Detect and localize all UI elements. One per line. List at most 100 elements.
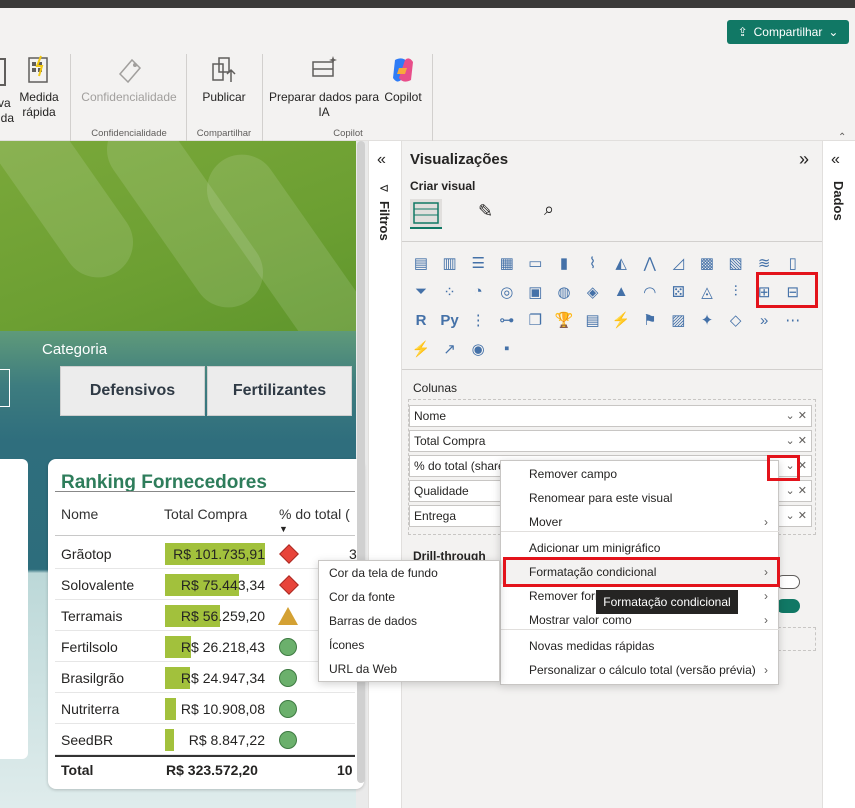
donut-icon[interactable]: ◎	[496, 281, 518, 303]
trophy-icon[interactable]: 🏆	[553, 309, 575, 331]
context-menu-item[interactable]: Remover campo	[501, 462, 780, 486]
field-well-controls-icon[interactable]: ⌄ ✕	[786, 409, 808, 422]
data-bar	[165, 698, 176, 720]
waterfall-icon[interactable]: ▧	[725, 252, 747, 274]
field-well[interactable]: Nome ⌄ ✕	[409, 405, 812, 427]
slicer-icon[interactable]: ⫶	[725, 281, 747, 303]
data-pane[interactable]: « Dados	[822, 141, 855, 808]
copilot-button[interactable]: Copilot	[380, 54, 426, 105]
ribbon-chart-icon[interactable]: ◿	[667, 252, 689, 274]
expand-data-icon[interactable]: «	[831, 151, 840, 169]
canvas-scrollbar[interactable]	[357, 141, 365, 783]
context-menu-item-label: Mover	[529, 515, 563, 529]
decomposition-tree-icon[interactable]: ⊶	[496, 309, 518, 331]
map-icon[interactable]: ◍	[553, 281, 575, 303]
field-well-controls-icon[interactable]: ⌄ ✕	[786, 509, 808, 522]
pie-chart-icon[interactable]: ◔	[467, 281, 489, 303]
power-automate-icon[interactable]: ⚑	[639, 309, 661, 331]
context-menu-item[interactable]: Renomear para este visual	[501, 486, 780, 510]
100-column-icon[interactable]: ▮	[553, 252, 575, 274]
matrix-icon[interactable]: ⊟	[782, 281, 804, 303]
table-row[interactable]: SeedBR R$ 8.847,22	[55, 725, 355, 755]
stacked-area-icon[interactable]: ⋀	[639, 252, 661, 274]
context-menu-item[interactable]: Personalizar o cálculo total (versão pré…	[501, 658, 780, 682]
filters-pane[interactable]: « ⊲ Filtros	[368, 141, 401, 808]
publish-button[interactable]: Publicar	[194, 54, 254, 105]
collapse-viz-icon[interactable]: »	[799, 149, 809, 170]
azure-map-icon[interactable]: ▲	[610, 281, 632, 303]
custom-visual-2-icon[interactable]: ↗	[439, 338, 461, 360]
context-menu-item[interactable]: Novas medidas rápidas	[501, 634, 780, 658]
custom-visual-3-icon[interactable]: ◉	[467, 338, 489, 360]
context-menu-item[interactable]: Adicionar um minigráfico	[501, 536, 780, 560]
kpi-icon[interactable]: ◬	[696, 281, 718, 303]
column-header-nome[interactable]: Nome	[61, 506, 98, 522]
context-menu-item-label: Novas medidas rápidas	[529, 639, 655, 653]
gauge-icon[interactable]: ◠	[639, 281, 661, 303]
slicer-partial[interactable]	[0, 369, 10, 407]
key-influencers-icon[interactable]: ⋮	[467, 309, 489, 331]
copilot-icon	[393, 58, 413, 82]
format-visual-icon[interactable]: ✎	[478, 201, 493, 222]
analytics-icon[interactable]: ⌕	[544, 199, 554, 220]
custom-visual-icon[interactable]: ✦	[696, 309, 718, 331]
table-row[interactable]: Grãotop R$ 101.735,91 3	[55, 539, 357, 569]
submenu-item[interactable]: Cor da tela de fundo	[319, 561, 501, 585]
custom-visual-4-icon[interactable]: ▪	[496, 338, 518, 360]
submenu-item[interactable]: Barras de dados	[319, 609, 501, 633]
category-button-defensivos[interactable]: Defensivos	[60, 366, 205, 416]
combo-icon[interactable]: ≋	[753, 252, 775, 274]
submenu-item[interactable]: Cor da fonte	[319, 585, 501, 609]
clustered-bar-icon[interactable]: ☰	[467, 252, 489, 274]
clustered-column-icon[interactable]: ▦	[496, 252, 518, 274]
table-icon[interactable]: ⊞	[753, 281, 775, 303]
table-row[interactable]: Fertilsolo R$ 26.218,43	[55, 632, 355, 662]
qa-icon[interactable]: ❐	[524, 309, 546, 331]
field-well-controls-icon[interactable]: ⌄ ✕	[786, 484, 808, 497]
chevron-down-icon: ⌄	[828, 25, 839, 39]
table-row[interactable]: Terramais R$ 56.259,20	[55, 601, 355, 631]
more-visuals-icon[interactable]: ⋯	[782, 309, 804, 331]
column-header-total-compra[interactable]: Total Compra	[164, 506, 247, 522]
filled-map-icon[interactable]: ◈	[582, 281, 604, 303]
area-chart-icon[interactable]: ◭	[610, 252, 632, 274]
field-well-controls-icon[interactable]: ⌄ ✕	[786, 459, 808, 472]
100-bar-icon[interactable]: ▭	[524, 252, 546, 274]
publish-label: Publicar	[202, 90, 246, 104]
build-visual-tab[interactable]	[410, 199, 442, 229]
context-menu-item-label: Renomear para este visual	[529, 491, 673, 505]
field-well-controls-icon[interactable]: ⌄ ✕	[786, 434, 808, 447]
line-chart-icon[interactable]: ⌇	[582, 252, 604, 274]
submenu-item[interactable]: Ícones	[319, 633, 501, 657]
line-column-icon[interactable]: ▩	[696, 252, 718, 274]
field-well[interactable]: Total Compra ⌄ ✕	[409, 430, 812, 452]
quick-measure-button[interactable]: Medida rápida	[16, 54, 62, 120]
prepare-data-ai-button[interactable]: Preparar dados para IA	[268, 54, 380, 120]
treemap-icon[interactable]: ▣	[524, 281, 546, 303]
submenu-item[interactable]: URL da Web	[319, 657, 501, 681]
stacked-column-icon[interactable]: ▥	[439, 252, 461, 274]
expand-filters-icon[interactable]: «	[377, 151, 386, 169]
scatter-icon[interactable]: ⁘	[439, 281, 461, 303]
power-apps-icon[interactable]: ⚡	[610, 309, 632, 331]
python-visual-icon[interactable]: Py	[439, 309, 461, 331]
custom-visual-1-icon[interactable]: ⚡	[410, 338, 432, 360]
card-icon[interactable]: ⚄	[667, 281, 689, 303]
context-menu-item[interactable]: Formatação condicional ›	[501, 560, 780, 584]
total-row: Total R$ 323.572,20 10	[55, 755, 355, 783]
stacked-bar-icon[interactable]: ▤	[410, 252, 432, 274]
sensitivity-button[interactable]: Confidencialidade	[78, 54, 180, 105]
table-row[interactable]: Solovalente R$ 75.443,34	[55, 570, 355, 600]
column-header-pct-total[interactable]: % do total (	[279, 506, 350, 522]
category-button-fertilizantes[interactable]: Fertilizantes	[207, 366, 352, 416]
paginated-report-icon[interactable]: ▤	[582, 309, 604, 331]
r-visual-icon[interactable]: R	[410, 309, 432, 331]
table-row[interactable]: Brasilgrão R$ 24.947,34	[55, 663, 355, 693]
diamond-visual-icon[interactable]: ◇	[725, 309, 747, 331]
column-line-icon[interactable]: ▯	[782, 252, 804, 274]
arrow-visual-icon[interactable]: »	[753, 309, 775, 331]
funnel-icon[interactable]: ⏷	[410, 281, 432, 303]
image-visual-icon[interactable]: ▨	[667, 309, 689, 331]
table-row[interactable]: Nutriterra R$ 10.908,08	[55, 694, 355, 724]
share-button[interactable]: ⇪ Compartilhar ⌄	[727, 20, 849, 44]
